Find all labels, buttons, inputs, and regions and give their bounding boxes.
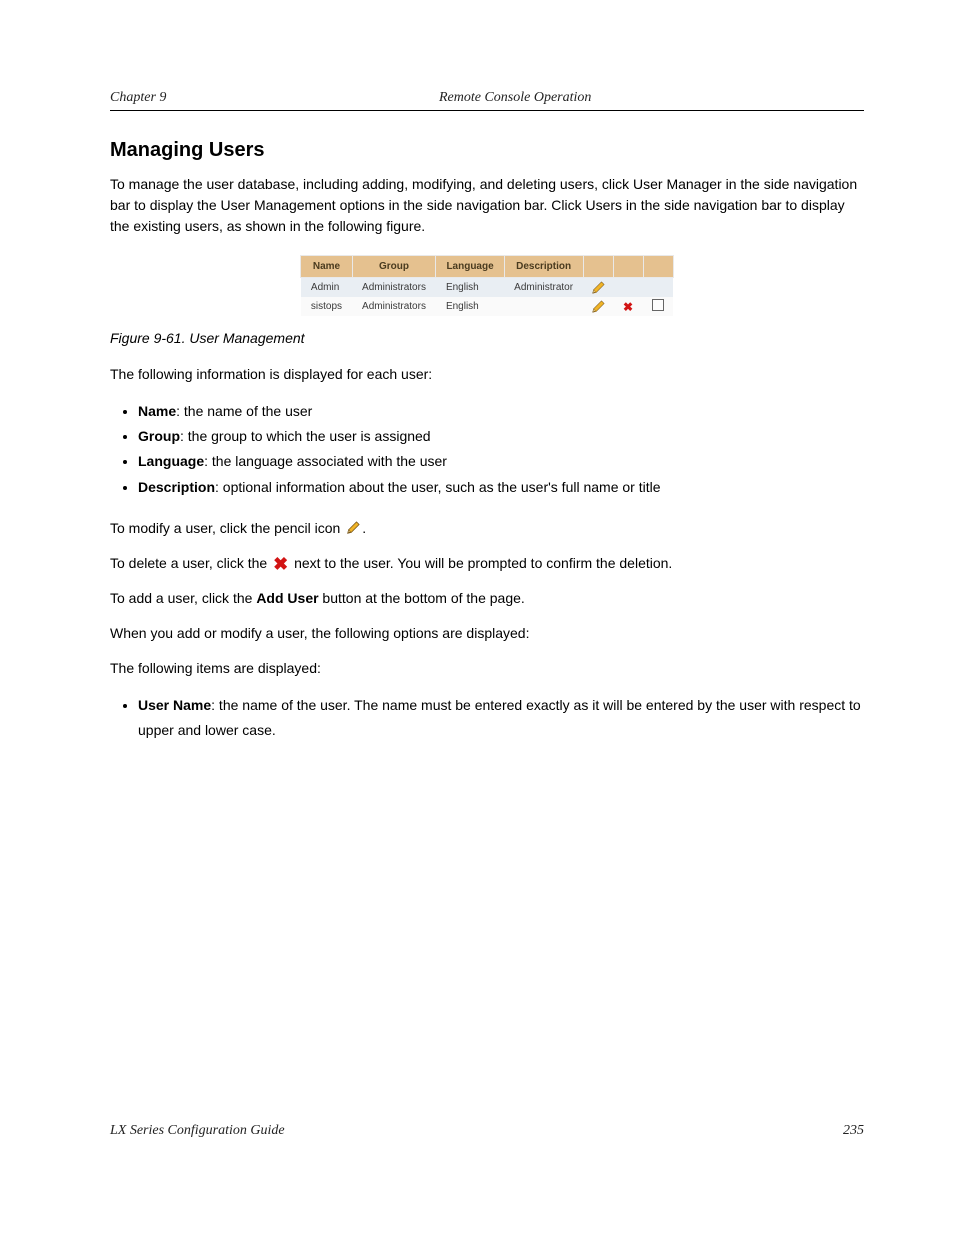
users-table: Name Group Language Description Admin Ad… [300,255,673,316]
intro-paragraph: To manage the user database, including a… [110,174,864,237]
pencil-icon[interactable] [591,300,605,314]
col-select [643,256,673,278]
field-label: Language [138,453,204,469]
cell-description [504,297,583,316]
table-row: Admin Administrators English Administrat… [301,278,673,298]
field-desc: : optional information about the user, s… [215,479,660,495]
header-chapter: Chapter 9 [110,90,166,106]
row-checkbox[interactable] [652,299,664,311]
field-desc: : the name of the user. The name must be… [138,697,861,738]
users-table-figure: Name Group Language Description Admin Ad… [110,255,864,316]
col-description[interactable]: Description [504,256,583,278]
cell-language: English [436,297,504,316]
pencil-icon[interactable] [591,281,605,295]
edit-cell [583,297,613,316]
fields-list: Name: the name of the user Group: the gr… [110,399,864,500]
cell-name: Admin [301,278,352,298]
pencil-icon [346,521,360,535]
delete-text-before: To delete a user, click the [110,555,271,571]
cell-description: Administrator [504,278,583,298]
modify-text-after: . [362,520,366,536]
cell-group: Administrators [352,297,436,316]
list-item: Language: the language associated with t… [138,449,864,474]
header-rule [110,110,864,111]
modify-text: To modify a user, click the pencil icon [110,520,340,536]
delete-cell [613,278,643,298]
field-desc: : the language associated with the user [204,453,447,469]
col-group[interactable]: Group [352,256,436,278]
field-label: Name [138,403,176,419]
header-title: Remote Console Operation [166,90,864,106]
select-cell [643,297,673,316]
field-desc: : the group to which the user is assigne… [180,428,431,444]
list-item: Name: the name of the user [138,399,864,424]
delete-x-icon[interactable]: ✖ [623,301,633,313]
section-heading: Managing Users [110,139,864,162]
col-delete [613,256,643,278]
delete-paragraph: To delete a user, click the ✖ next to th… [110,553,864,574]
list-item: User Name: the name of the user. The nam… [138,693,864,743]
col-edit [583,256,613,278]
figure-caption: Figure 9-61. User Management [110,330,864,346]
cell-group: Administrators [352,278,436,298]
page-footer: LX Series Configuration Guide 235 [110,1123,864,1139]
list-item: Description: optional information about … [138,475,864,500]
select-cell [643,278,673,298]
add-paragraph: To add a user, click the Add User button… [110,588,864,609]
add-modify-sentence: When you add or modify a user, the follo… [110,623,864,644]
field-desc: : the name of the user [176,403,312,419]
modify-paragraph: To modify a user, click the pencil icon … [110,518,864,539]
field-label: User Name [138,697,211,713]
edit-cell [583,278,613,298]
cell-name: sistops [301,297,352,316]
field-label: Description [138,479,215,495]
col-name[interactable]: Name [301,256,352,278]
fields-intro: The following information is displayed f… [110,364,864,385]
delete-text-after: next to the user. You will be prompted t… [294,555,672,571]
page-header: Chapter 9 Remote Console Operation [110,90,864,106]
table-row: sistops Administrators English ✖ [301,297,673,316]
user-fields-list: User Name: the name of the user. The nam… [110,693,864,743]
cell-language: English [436,278,504,298]
field-label: Group [138,428,180,444]
add-text-after: button at the bottom of the page. [319,590,525,606]
delete-x-icon: ✖ [273,555,288,573]
delete-cell: ✖ [613,297,643,316]
add-text-before: To add a user, click the [110,590,256,606]
user-fields-intro: The following items are displayed: [110,658,864,679]
footer-page: 235 [843,1123,864,1139]
add-user-label: Add User [256,590,318,606]
footer-title: LX Series Configuration Guide [110,1123,285,1139]
list-item: Group: the group to which the user is as… [138,424,864,449]
col-language[interactable]: Language [436,256,504,278]
